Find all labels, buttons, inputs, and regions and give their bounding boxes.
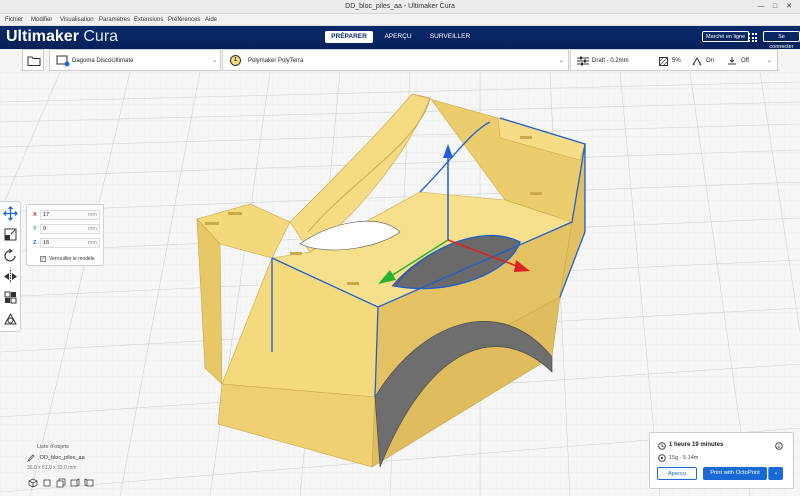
menu-fichier[interactable]: Fichier — [5, 17, 23, 23]
mirror-tool-button[interactable] — [3, 269, 18, 284]
menu-preferences[interactable]: Préférences — [168, 17, 200, 23]
x-position-field[interactable]: 17 mm — [40, 210, 100, 220]
view-right-icon[interactable] — [84, 478, 94, 488]
view-3d-icon[interactable] — [28, 478, 38, 488]
transform-toolbar — [0, 201, 21, 332]
print-settings-selector[interactable]: Draft - 0.2mm 5% On Off ⌄ — [570, 49, 778, 71]
rotate-tool-button[interactable] — [3, 248, 18, 263]
print-summary-panel: 1 heure 19 minutes 15g · 5.14m Aperçu Pr… — [649, 432, 794, 489]
y-position-field[interactable]: 0 mm — [40, 224, 100, 234]
folder-icon — [27, 56, 41, 66]
chevron-down-icon: ⌄ — [559, 58, 565, 64]
menu-bar: Fichier Modifier Visualisation Paramètre… — [0, 14, 800, 26]
scale-icon — [4, 228, 17, 241]
support-blocker-icon — [4, 312, 17, 325]
preview-button[interactable]: Aperçu — [657, 467, 697, 480]
object-list-header[interactable]: Liste d'objets — [37, 444, 69, 450]
lock-model-checkbox[interactable]: ✓ — [40, 256, 46, 262]
clock-icon — [658, 442, 666, 450]
settings-sliders-icon — [577, 56, 589, 66]
view-front-icon[interactable] — [42, 478, 52, 488]
signin-button[interactable]: Se connecter — [763, 31, 800, 50]
x-axis-label: X — [33, 212, 37, 218]
tab-prepare[interactable]: PRÉPARER — [325, 31, 373, 43]
mirror-icon — [4, 270, 17, 283]
scale-tool-button[interactable] — [3, 227, 18, 242]
support-blocker-button[interactable] — [3, 311, 18, 326]
y-axis-label: Y — [33, 226, 37, 232]
support-value: On — [706, 58, 715, 64]
open-file-button[interactable] — [22, 49, 44, 71]
menu-aide[interactable]: Aide — [205, 17, 217, 23]
menu-extensions[interactable]: Extensions — [134, 17, 163, 23]
object-name[interactable]: DD_bloc_piles_aa — [40, 455, 85, 461]
profile-name: Draft - 0.2mm — [592, 58, 629, 64]
maximize-icon[interactable]: □ — [770, 2, 780, 12]
printer-toolbar: Dagoma DiscoUltimate ⌄ 1 Polymaker PolyT… — [0, 49, 800, 72]
printer-selector[interactable]: Dagoma DiscoUltimate ⌄ — [49, 49, 221, 71]
close-icon[interactable]: ✕ — [784, 2, 794, 12]
menu-visualisation[interactable]: Visualisation — [60, 17, 94, 23]
view-top-icon[interactable] — [56, 478, 66, 488]
tab-preview[interactable]: APERÇU — [378, 31, 418, 43]
extruder-badge: 1 — [230, 55, 241, 66]
z-axis-label: Z — [33, 240, 37, 246]
support-icon — [692, 57, 702, 66]
material-name: Polymaker PolyTerra — [248, 58, 304, 64]
apps-grid-icon[interactable] — [748, 33, 757, 42]
edit-icon — [27, 454, 35, 462]
app-header: Ultimaker Cura PRÉPARER APERÇU SURVEILLE… — [0, 26, 800, 50]
app-logo: Ultimaker Cura — [6, 28, 119, 45]
print-material-usage: 15g · 5.14m — [669, 455, 699, 461]
print-with-octoprint-button[interactable]: Print with OctoPrint — [703, 467, 767, 480]
infill-value: 5% — [672, 58, 681, 64]
per-model-settings-button[interactable] — [3, 290, 18, 305]
object-dimensions: 36.0 x 61.0 x 32.0 mm — [27, 465, 77, 471]
adhesion-icon — [728, 57, 736, 65]
minimize-icon[interactable]: — — [756, 2, 766, 12]
adhesion-value: Off — [741, 58, 749, 64]
move-panel: X 17 mm Y 0 mm Z 16 mm ✓ Verrouiller le mod… — [26, 204, 104, 266]
printer-name: Dagoma DiscoUltimate — [72, 58, 134, 64]
marketplace-button[interactable]: Marché en ligne — [702, 31, 750, 42]
tab-monitor[interactable]: SURVEILLER — [426, 31, 474, 43]
move-icon — [3, 206, 18, 221]
spool-icon — [658, 454, 666, 462]
per-model-settings-icon — [4, 291, 17, 304]
chevron-down-icon: ⌄ — [212, 58, 218, 64]
infill-icon — [659, 57, 668, 66]
chevron-down-icon: ⌄ — [767, 58, 773, 64]
menu-parametres[interactable]: Paramètres — [99, 17, 130, 23]
info-icon[interactable] — [775, 442, 783, 450]
material-selector[interactable]: 1 Polymaker PolyTerra ⌄ — [222, 49, 569, 71]
menu-modifier[interactable]: Modifier — [31, 17, 52, 23]
print-options-dropdown[interactable]: ⌄ — [768, 467, 783, 480]
window-title: DD_bloc_piles_aa - Ultimaker Cura — [345, 3, 455, 10]
lock-model-label: Verrouiller le modèle — [49, 256, 95, 262]
rotate-icon — [4, 248, 16, 262]
window-titlebar: DD_bloc_piles_aa - Ultimaker Cura — □ ✕ — [0, 0, 800, 14]
print-time: 1 heure 19 minutes — [669, 442, 724, 448]
z-position-field[interactable]: 16 mm — [40, 238, 100, 248]
view-left-icon[interactable] — [70, 478, 80, 488]
move-tool-button[interactable] — [3, 206, 18, 221]
printer-icon — [56, 55, 70, 67]
